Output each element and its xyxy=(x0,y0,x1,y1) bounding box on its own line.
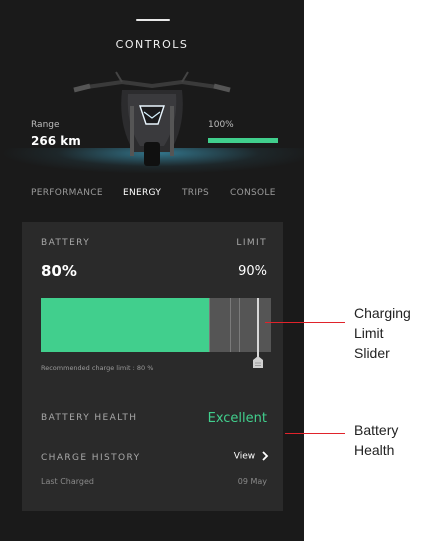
battery-level-bar xyxy=(41,298,271,352)
tab-trips[interactable]: TRIPS xyxy=(182,188,209,198)
tab-console[interactable]: CONSOLE xyxy=(230,188,276,198)
page-title: CONTROLS xyxy=(115,38,189,51)
range-label: Range xyxy=(31,120,60,130)
limit-marker xyxy=(230,298,231,352)
limit-label: LIMIT xyxy=(236,238,267,248)
charge-progress-fill xyxy=(208,138,278,143)
annotation-line-text: Battery xyxy=(354,422,399,438)
view-charge-history-link[interactable]: View xyxy=(234,451,269,462)
battery-value: 80% xyxy=(41,262,77,280)
view-link-label: View xyxy=(233,451,256,462)
motorcycle-image xyxy=(73,71,231,166)
last-charged-label: Last Charged xyxy=(41,477,94,486)
battery-health-label: BATTERY HEALTH xyxy=(41,413,138,423)
annotation-line-text: Charging xyxy=(354,305,411,321)
tab-energy[interactable]: ENERGY xyxy=(123,188,161,198)
limit-value: 90% xyxy=(238,264,267,279)
charge-history-label: CHARGE HISTORY xyxy=(41,453,141,463)
battery-label: BATTERY xyxy=(41,238,91,248)
annotation-charging-limit-slider: Charging Limit Slider xyxy=(354,303,411,363)
annotation-line-text: Slider xyxy=(354,345,390,361)
battery-health-value: Excellent xyxy=(207,411,267,426)
chevron-right-icon xyxy=(262,451,269,461)
drag-handle[interactable] xyxy=(136,19,170,21)
annotation-line-slider xyxy=(265,322,345,323)
annotation-battery-health: Battery Health xyxy=(354,420,398,460)
annotation-line-text: Limit xyxy=(354,325,384,341)
annotation-line-text: Health xyxy=(354,442,395,458)
charging-limit-slider-track[interactable] xyxy=(257,298,259,364)
bar-divider xyxy=(209,298,210,352)
tab-performance[interactable]: PERFORMANCE xyxy=(31,188,103,198)
charging-limit-slider-handle[interactable] xyxy=(253,356,263,368)
battery-level-fill xyxy=(41,298,209,352)
tab-bar: PERFORMANCE ENERGY TRIPS CONSOLE xyxy=(31,188,281,202)
bar-divider xyxy=(239,298,240,352)
annotation-line-health xyxy=(285,433,345,434)
last-charged-value: 09 May xyxy=(237,477,267,486)
recommended-charge-note: Recommended charge limit : 80 % xyxy=(41,364,154,372)
energy-card: BATTERY LIMIT 80% 90% Recommended charge… xyxy=(22,222,283,511)
app-screen: CONTROLS Range 266 km 100% PERFORMANCE E… xyxy=(0,0,304,541)
range-value: 266 km xyxy=(31,134,81,148)
charge-percent-label: 100% xyxy=(208,120,234,130)
charge-progress-bar xyxy=(208,138,278,143)
